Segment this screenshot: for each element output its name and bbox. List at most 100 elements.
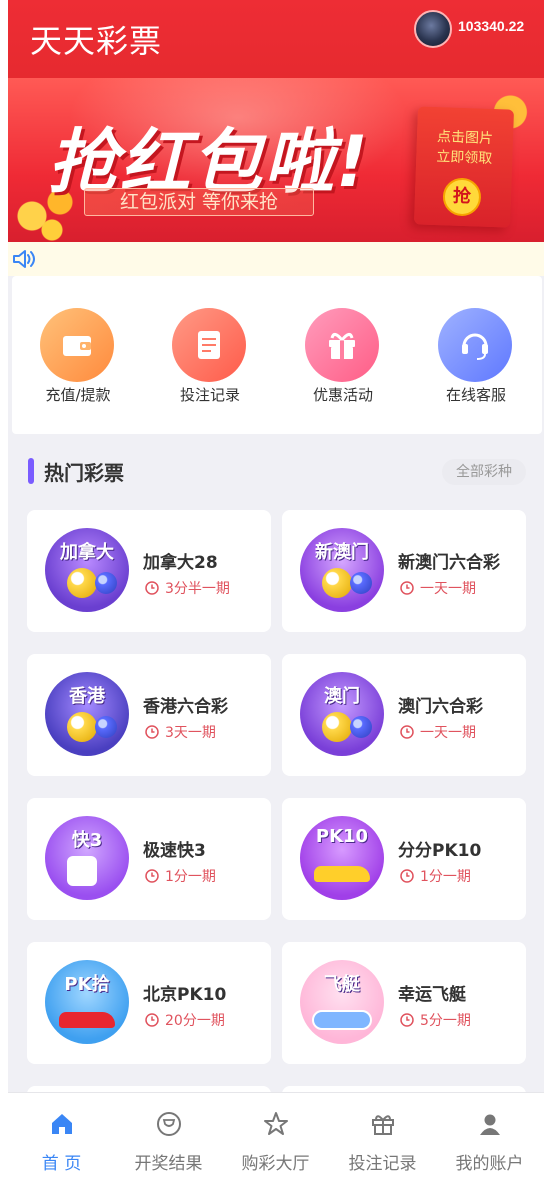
quick-action-label: 充值/提款 [45, 386, 111, 404]
lottery-name: 幸运飞艇 [398, 985, 466, 1005]
wallet-icon [40, 308, 114, 382]
avatar[interactable] [414, 10, 452, 48]
lottery-name: 香港六合彩 [143, 697, 228, 717]
quick-action-label: 优惠活动 [312, 386, 373, 404]
lottery-period-text: 20分一期 [165, 1013, 225, 1029]
thumb-text: 加拿大 [60, 542, 114, 563]
user-icon [480, 1114, 500, 1135]
lottery-period: 一天一期 [400, 722, 476, 742]
gift-icon [305, 308, 379, 382]
clock-icon [145, 869, 159, 883]
grab-button[interactable]: 抢 [442, 177, 482, 217]
quick-action-label: 在线客服 [445, 386, 506, 404]
quick-action-bet-records[interactable]: 投注记录 [144, 276, 276, 434]
red-envelope[interactable]: 点击图片 立即领取 抢 [413, 106, 515, 228]
nav-results[interactable]: 开奖结果 [115, 1093, 222, 1183]
lottery-period: 一天一期 [400, 578, 476, 598]
lottery-ball-icon [322, 712, 352, 742]
clock-icon [145, 725, 159, 739]
lottery-ball-icon [67, 712, 97, 742]
lottery-thumbnail: 快3 [45, 816, 129, 900]
quick-action-label: 投注记录 [179, 386, 240, 404]
lottery-thumbnail: 香港 [45, 672, 129, 756]
lottery-thumbnail: 飞艇 [300, 960, 384, 1044]
lottery-card-new-macau[interactable]: 新澳门 新澳门六合彩 一天一期 [282, 510, 526, 632]
thumb-text: 新澳门 [315, 542, 369, 563]
quick-actions-card: 充值/提款 投注记录 优惠活动 在线客服 [12, 276, 542, 434]
lottery-period-text: 1分一期 [165, 869, 216, 885]
home-icon [52, 1114, 72, 1134]
lottery-thumbnail: PK拾 [45, 960, 129, 1044]
thumb-text: 飞艇 [324, 974, 360, 995]
lottery-name: 北京PK10 [143, 985, 227, 1005]
race-car-icon [59, 1012, 115, 1028]
lottery-ball-icon [350, 572, 372, 594]
nav-my-account[interactable]: 我的账户 [436, 1093, 543, 1183]
lottery-period-text: 3天一期 [165, 725, 216, 741]
all-types-button[interactable]: 全部彩种 [442, 459, 526, 485]
lottery-card-hongkong[interactable]: 香港 香港六合彩 3天一期 [27, 654, 271, 776]
lottery-period-text: 一天一期 [420, 725, 476, 741]
quick-action-customer-service[interactable]: 在线客服 [410, 276, 542, 434]
lottery-period-text: 5分一期 [420, 1013, 471, 1029]
thumb-text: 澳门 [324, 686, 360, 707]
lottery-card-lucky-airship[interactable]: 飞艇 幸运飞艇 5分一期 [282, 942, 526, 1064]
lottery-name: 澳门六合彩 [398, 697, 483, 717]
lottery-card-ff-pk10[interactable]: PK10 分分PK10 1分一期 [282, 798, 526, 920]
trophy-icon [157, 1112, 181, 1136]
promo-banner[interactable]: 抢红包啦! 红包派对 等你来抢 点击图片 立即领取 抢 [8, 78, 544, 242]
thumb-text: 香港 [69, 686, 105, 707]
envelope-text: 点击图片 立即领取 [416, 126, 513, 169]
clock-icon [145, 1013, 159, 1027]
nav-label: 首 页 [41, 1154, 82, 1174]
clock-icon [400, 725, 414, 739]
lottery-thumbnail: PK10 [300, 816, 384, 900]
thumb-text: PK10 [315, 826, 369, 847]
top-header: 天天彩票 103340.22 [8, 0, 544, 78]
lottery-card-beijing-pk10[interactable]: PK拾 北京PK10 20分一期 [27, 942, 271, 1064]
clock-icon [400, 581, 414, 595]
gift-icon [372, 1115, 394, 1135]
lottery-period: 3分半一期 [145, 578, 230, 598]
lottery-name: 新澳门六合彩 [398, 553, 500, 573]
document-icon [172, 308, 246, 382]
lottery-ball-icon [95, 572, 117, 594]
lottery-card-macau[interactable]: 澳门 澳门六合彩 一天一期 [282, 654, 526, 776]
lottery-ball-icon [350, 716, 372, 738]
nav-lottery-hall[interactable]: 购彩大厅 [222, 1093, 329, 1183]
lottery-name: 分分PK10 [398, 841, 482, 861]
lottery-ball-icon [67, 568, 97, 598]
envelope-text-line-2: 立即领取 [436, 149, 493, 167]
quick-action-recharge[interactable]: 充值/提款 [12, 276, 144, 434]
lottery-period-text: 一天一期 [420, 581, 476, 597]
nav-label: 购彩大厅 [241, 1154, 310, 1174]
lottery-card-canada28[interactable]: 加拿大 加拿大28 3分半一期 [27, 510, 271, 632]
clock-icon [145, 581, 159, 595]
race-car-icon [314, 866, 370, 882]
lottery-card-fast-k3[interactable]: 快3 极速快3 1分一期 [27, 798, 271, 920]
lottery-period: 20分一期 [145, 1010, 225, 1030]
nav-label: 投注记录 [348, 1154, 417, 1174]
clock-icon [400, 869, 414, 883]
headset-icon [438, 308, 512, 382]
lottery-period: 3天一期 [145, 722, 216, 742]
lottery-period-text: 1分一期 [420, 869, 471, 885]
dice-icon [67, 856, 97, 886]
lottery-thumbnail: 加拿大 [45, 528, 129, 612]
section-title: 热门彩票 [44, 461, 124, 485]
banner-tagline: 红包派对 等你来抢 [84, 188, 314, 216]
star-icon [264, 1112, 288, 1135]
lottery-period: 1分一期 [400, 866, 471, 886]
lottery-name: 极速快3 [143, 841, 206, 861]
clock-icon [400, 1013, 414, 1027]
balance-amount: 103340.22 [458, 18, 525, 34]
lottery-period-text: 3分半一期 [165, 581, 230, 597]
lottery-name: 加拿大28 [143, 553, 218, 573]
nav-bet-records[interactable]: 投注记录 [329, 1093, 436, 1183]
thumb-text: PK拾 [64, 974, 110, 995]
app-frame: 天天彩票 103340.22 抢红包啦! 红包派对 等你来抢 点击图片 立即领取… [8, 0, 544, 1193]
quick-action-promotions[interactable]: 优惠活动 [277, 276, 409, 434]
notice-bar[interactable] [8, 242, 544, 276]
nav-home[interactable]: 首 页 [8, 1093, 115, 1183]
nav-label: 我的账户 [455, 1154, 524, 1174]
